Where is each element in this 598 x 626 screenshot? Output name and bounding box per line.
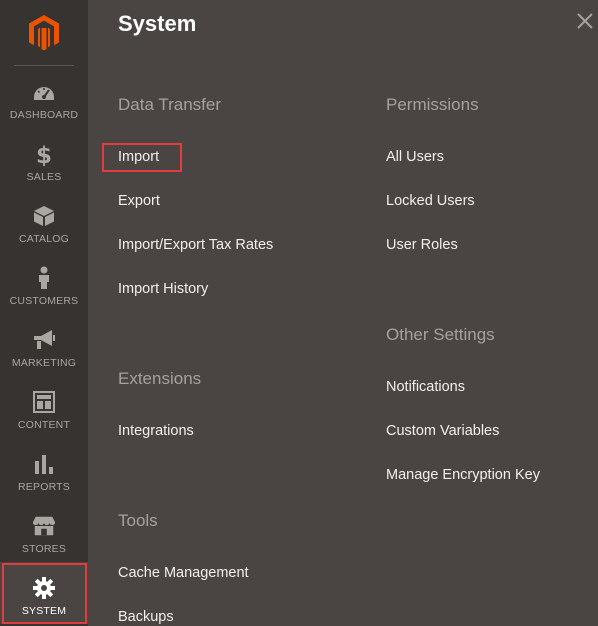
person-icon (32, 266, 56, 290)
sidebar-item-label: REPORTS (18, 481, 70, 493)
section-title-permissions: Permissions (386, 95, 479, 114)
admin-sidebar: DASHBOARD $ SALES CATALOG CUSTOMERS MARK… (0, 0, 88, 626)
link-export[interactable]: Export (118, 193, 160, 209)
link-manage-encryption-key[interactable]: Manage Encryption Key (386, 467, 540, 483)
sidebar-item-label: STORES (21, 543, 67, 555)
link-backups[interactable]: Backups (118, 609, 174, 625)
dollar-icon: $ (32, 142, 56, 166)
link-integrations[interactable]: Integrations (118, 423, 194, 439)
magento-logo[interactable] (0, 0, 88, 66)
megaphone-icon (32, 328, 56, 352)
sidebar-item-label: CUSTOMERS (9, 295, 79, 307)
cube-icon (32, 204, 56, 228)
sidebar-item-customers[interactable]: CUSTOMERS (0, 252, 88, 314)
section-title-extensions: Extensions (118, 369, 202, 388)
link-notifications[interactable]: Notifications (386, 379, 465, 395)
magento-logo-icon (29, 15, 59, 51)
sidebar-item-dashboard[interactable]: DASHBOARD (0, 66, 88, 128)
layout-icon (32, 390, 56, 414)
sidebar-item-catalog[interactable]: CATALOG (0, 190, 88, 252)
bar-chart-icon (32, 452, 56, 476)
speedometer-icon (32, 80, 56, 104)
link-user-roles[interactable]: User Roles (386, 237, 458, 253)
link-import[interactable]: Import (118, 149, 159, 165)
link-cache-management[interactable]: Cache Management (118, 565, 249, 581)
sidebar-item-label: MARKETING (11, 357, 77, 369)
highlight-box (2, 563, 87, 624)
link-locked-users[interactable]: Locked Users (386, 193, 475, 209)
section-title-tools: Tools (118, 511, 158, 530)
page-title: System (118, 11, 197, 36)
svg-text:$: $ (36, 143, 52, 166)
sidebar-item-marketing[interactable]: MARKETING (0, 314, 88, 376)
link-import-export-tax-rates[interactable]: Import/Export Tax Rates (118, 237, 273, 253)
sidebar-item-label: SALES (26, 171, 62, 183)
sidebar-item-label: CATALOG (18, 233, 70, 245)
sidebar-item-reports[interactable]: REPORTS (0, 438, 88, 500)
storefront-icon (32, 514, 56, 538)
close-icon (577, 13, 593, 29)
sidebar-item-stores[interactable]: STORES (0, 500, 88, 562)
sidebar-item-label: DASHBOARD (9, 109, 79, 121)
sidebar-item-system[interactable]: SYSTEM (0, 562, 88, 624)
section-title-other-settings: Other Settings (386, 325, 495, 344)
sidebar-item-content[interactable]: CONTENT (0, 376, 88, 438)
link-import-history[interactable]: Import History (118, 281, 208, 297)
link-all-users[interactable]: All Users (386, 149, 444, 165)
sidebar-item-label: CONTENT (17, 419, 71, 431)
close-button[interactable] (574, 10, 596, 32)
section-title-data-transfer: Data Transfer (118, 95, 221, 114)
sidebar-item-sales[interactable]: $ SALES (0, 128, 88, 190)
link-custom-variables[interactable]: Custom Variables (386, 423, 499, 439)
